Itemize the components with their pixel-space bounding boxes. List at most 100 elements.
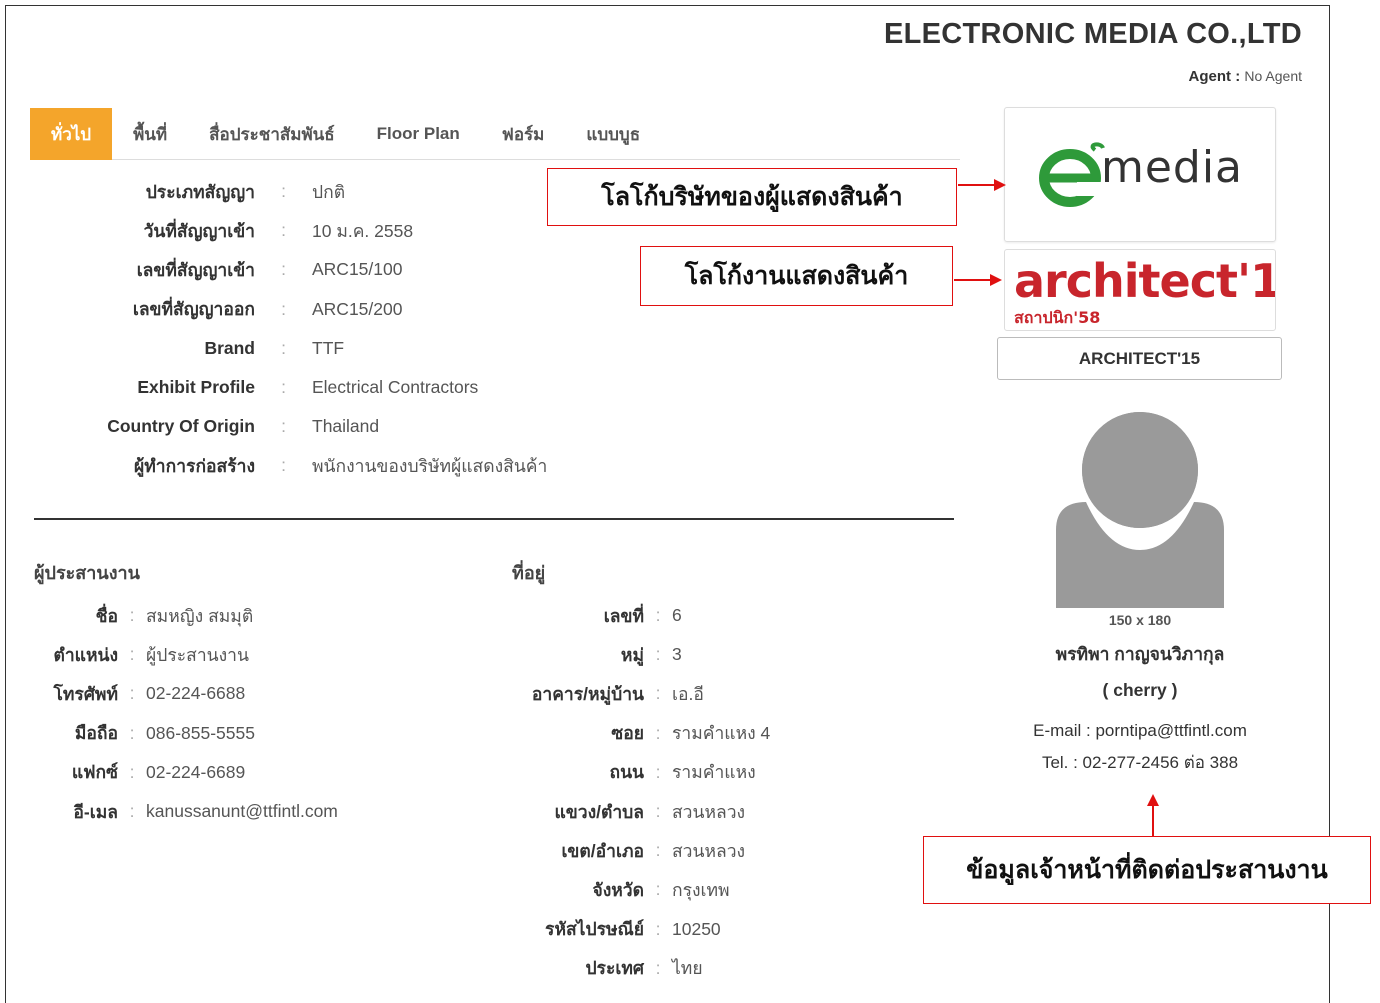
field-value: 02-224-6689 [146, 761, 246, 782]
field-label: Country Of Origin [107, 416, 255, 437]
tab-floor-plan[interactable]: Floor Plan [356, 108, 481, 160]
field-label: เลขที่สัญญาออก [132, 299, 255, 320]
tab-media[interactable]: สื่อประชาสัมพันธ์ [188, 108, 356, 160]
field-separator: : [129, 605, 135, 626]
coordinator-row: แฟกซ์ : 02-224-6689 [30, 753, 338, 792]
coordinator-info: ชื่อ : สมหญิง สมมุติ ตำแหน่ง : ผู้ประสาน… [30, 596, 338, 831]
field-label: ประเทศ [585, 958, 644, 979]
field-separator: : [281, 416, 286, 437]
tab-booth-design[interactable]: แบบบูธ [565, 108, 661, 160]
field-separator: : [655, 722, 661, 743]
field-value: สมหญิง สมมุติ [146, 605, 254, 626]
field-label: แขวง/ตำบล [554, 801, 645, 822]
field-separator: : [281, 181, 286, 202]
address-row: อาคาร/หมู่บ้าน : เอ.อี [500, 674, 770, 713]
avatar-size-label: 150 x 180 [1108, 612, 1172, 628]
tab-general[interactable]: ทั่วไป [30, 108, 113, 160]
contact-person-nickname: ( cherry ) [1102, 680, 1178, 700]
field-separator: : [655, 957, 661, 978]
field-separator: : [281, 298, 286, 319]
field-separator: : [129, 801, 135, 822]
field-separator: : [281, 220, 286, 241]
tab-area[interactable]: พื้นที่ [112, 108, 188, 160]
field-value: เอ.อี [672, 683, 704, 704]
address-row: เลขที่ : 6 [500, 596, 770, 635]
arrow-up-icon [1147, 794, 1159, 838]
avatar [1056, 410, 1224, 608]
info-row-contract-in-no: เลขที่สัญญาเข้า : ARC15/100 [30, 250, 730, 289]
info-row-builder: ผู้ทำการก่อสร้าง : พนักงานของบริษัทผู้แส… [30, 446, 730, 485]
contact-person-email[interactable]: E-mail : porntipa@ttfintl.com [990, 721, 1290, 741]
field-separator: : [281, 377, 286, 398]
coordinator-row: โทรศัพท์ : 02-224-6688 [30, 674, 338, 713]
address-row: แขวง/ตำบล : สวนหลวง [500, 792, 770, 831]
field-separator: : [129, 722, 135, 743]
field-label: ถนน [609, 762, 644, 783]
field-separator: : [655, 644, 661, 665]
address-row: หมู่ : 3 [500, 635, 770, 674]
address-row: เขต/อำเภอ : สวนหลวง [500, 831, 770, 870]
field-separator: : [281, 455, 286, 476]
field-label: อี-เมล [73, 801, 118, 822]
field-separator: : [655, 840, 661, 861]
field-label: โทรศัพท์ [53, 683, 118, 704]
field-value: ไทย [672, 958, 703, 979]
coordinator-row: อี-เมล : kanussanunt@ttfintl.com [30, 792, 338, 831]
company-logo: media [1004, 107, 1276, 242]
field-separator: : [655, 918, 661, 939]
field-label: เลขที่สัญญาเข้า [136, 259, 255, 280]
field-label: จังหวัด [592, 879, 644, 900]
coordinator-row: ตำแหน่ง : ผู้ประสานงาน [30, 635, 338, 674]
field-label: แฟกซ์ [71, 762, 118, 783]
agent-info: Agent : No Agent [1189, 68, 1302, 85]
field-separator: : [281, 259, 286, 280]
field-separator: : [655, 761, 661, 782]
field-separator: : [655, 683, 661, 704]
info-row-brand: Brand : TTF [30, 329, 730, 368]
email-link[interactable]: kanussanunt@ttfintl.com [146, 801, 338, 822]
field-value: 10250 [672, 918, 721, 939]
event-button[interactable]: ARCHITECT'15 [997, 337, 1282, 380]
field-value: 086-855-5555 [146, 722, 255, 743]
field-label: Brand [204, 337, 255, 358]
field-value: สวนหลวง [672, 801, 746, 822]
info-row-exhibit-profile: Exhibit Profile : Electrical Contractors [30, 368, 730, 407]
address-title: ที่อยู่ [512, 563, 546, 583]
field-label: Exhibit Profile [137, 377, 255, 398]
emedia-logo: media [1037, 141, 1243, 208]
agent-label: Agent : [1188, 68, 1241, 85]
coordinator-title: ผู้ประสานงาน [34, 563, 140, 583]
field-value: 6 [672, 605, 682, 626]
field-value: Thailand [312, 416, 380, 437]
field-separator: : [129, 644, 135, 665]
callout-company-logo: โลโก้บริษัทของผู้แสดงสินค้า [547, 168, 957, 226]
event-logo: architect'15 สถาปนิก'58 [1004, 249, 1276, 331]
contact-person-name: พรทิพา กาญจนวิภากุล [1055, 644, 1225, 664]
field-label: รหัสไปรษณีย์ [545, 919, 644, 940]
field-value: TTF [312, 337, 345, 358]
field-value: ปกติ [312, 181, 346, 202]
contact-person-tel: Tel. : 02-277-2456 ต่อ 388 [1041, 753, 1239, 772]
field-label: ซอย [611, 723, 644, 744]
field-label: เขต/อำเภอ [561, 840, 644, 861]
field-label: ตำแหน่ง [53, 644, 118, 665]
field-value: 10 ม.ค. 2558 [312, 220, 414, 241]
field-label: หมู่ [620, 644, 644, 665]
company-name: ELECTRONIC MEDIA CO.,LTD [883, 18, 1302, 50]
field-label: อาคาร/หมู่บ้าน [531, 683, 644, 704]
address-row: จังหวัด : กรุงเทพ [500, 870, 770, 909]
arrow-right-icon [954, 274, 1002, 286]
field-value: 02-224-6688 [146, 683, 246, 704]
address-row: ถนน : รามคำแหง [500, 753, 770, 792]
coordinator-row: ชื่อ : สมหญิง สมมุติ [30, 596, 338, 635]
tab-form[interactable]: ฟอร์ม [481, 108, 566, 160]
field-value: รามคำแหง 4 [672, 723, 771, 744]
field-value: ผู้ประสานงาน [146, 644, 249, 665]
field-value: Electrical Contractors [312, 377, 479, 398]
callout-contact-info: ข้อมูลเจ้าหน้าที่ติดต่อประสานงาน [923, 836, 1371, 904]
field-separator: : [129, 683, 135, 704]
emedia-e-icon [1038, 141, 1107, 207]
field-label: ผู้ทำการก่อสร้าง [134, 455, 255, 476]
field-label: เลขที่ [603, 605, 644, 626]
field-separator: : [655, 879, 661, 900]
